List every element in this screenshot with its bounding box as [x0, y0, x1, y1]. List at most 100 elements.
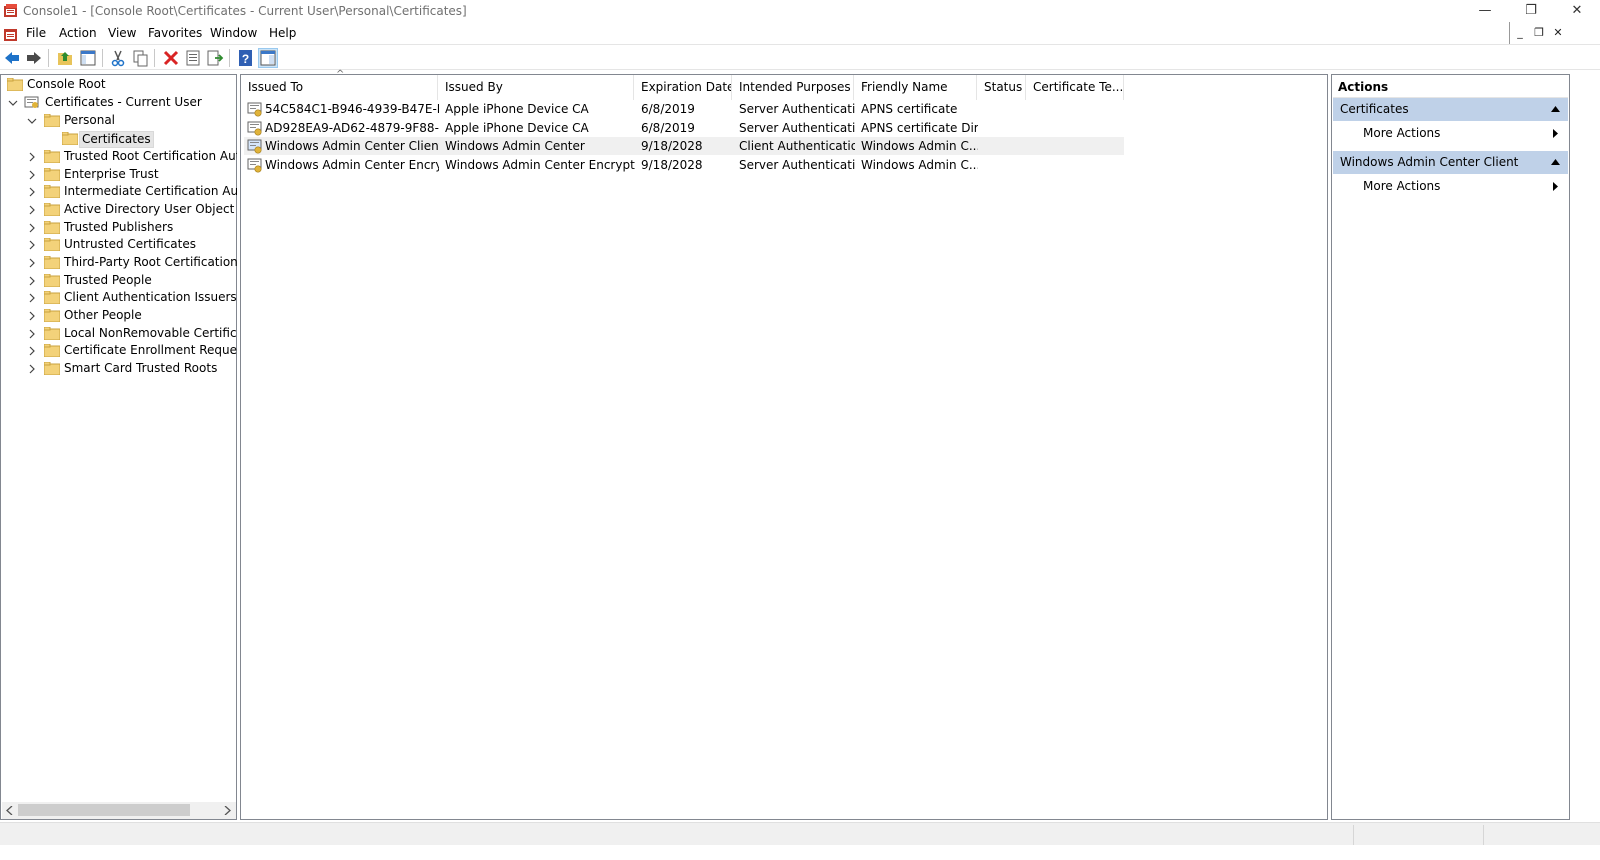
scroll-left-arrow-icon[interactable]: [6, 806, 14, 815]
scroll-right-arrow-icon[interactable]: [223, 806, 231, 815]
action-label: More Actions: [1363, 126, 1441, 140]
cell-issued-by: Windows Admin Center: [445, 139, 585, 154]
tree-label: Active Directory User Object: [64, 201, 235, 216]
mdi-restore-button[interactable]: ❐: [1530, 24, 1548, 44]
table-row[interactable]: Windows Admin Center Encryp... Windows Ad…: [244, 156, 1124, 174]
tree-label: Trusted Publishers: [64, 219, 174, 234]
chevron-right-icon[interactable]: [27, 223, 37, 233]
column-certificate-template[interactable]: Certificate Te...: [1026, 75, 1124, 100]
cell-purposes: Server Authenticati: [739, 158, 855, 173]
list-header: Issued To ^ Issued By Expiration Date In…: [241, 69, 1327, 100]
tree-horizontal-scrollbar[interactable]: [2, 802, 236, 819]
chevron-down-icon[interactable]: [8, 98, 18, 108]
folder-icon: [44, 326, 60, 340]
folder-icon: [44, 167, 60, 181]
column-label: Issued By: [445, 80, 503, 94]
column-label: Intended Purposes: [739, 80, 851, 94]
tree-label: Client Authentication Issuers: [64, 290, 237, 305]
actions-section-certificates[interactable]: Certificates: [1333, 98, 1568, 121]
chevron-right-icon[interactable]: [27, 205, 37, 215]
table-row[interactable]: AD928EA9-AD62-4879-9F88-7C... Apple iPhon…: [244, 119, 1124, 137]
chevron-right-icon[interactable]: [27, 293, 37, 303]
sort-ascending-icon: ^: [336, 69, 345, 80]
cell-friendly: APNS certificate: [861, 102, 958, 116]
forward-arrow-icon[interactable]: [25, 49, 43, 67]
scrollbar-thumb[interactable]: [18, 804, 190, 816]
export-list-icon[interactable]: [206, 49, 224, 67]
menu-help[interactable]: Help: [269, 26, 296, 40]
chevron-right-icon[interactable]: [27, 152, 37, 162]
chevron-right-icon[interactable]: [27, 311, 37, 321]
folder-icon: [44, 238, 60, 252]
column-status[interactable]: Status: [977, 75, 1026, 100]
actions-section-wac-client[interactable]: Windows Admin Center Client: [1333, 151, 1568, 174]
cell-expiration: 6/8/2019: [641, 120, 695, 135]
mdi-minimize-button[interactable]: _: [1511, 24, 1529, 44]
certificate-icon: [247, 121, 262, 136]
chevron-right-icon[interactable]: [27, 346, 37, 356]
tree-label: Certificates - Current User: [45, 95, 202, 109]
help-icon[interactable]: ?: [237, 49, 255, 67]
cell-issued-by: Apple iPhone Device CA: [445, 102, 589, 116]
table-row[interactable]: Windows Admin Center Client Windows Admin…: [244, 137, 1124, 156]
column-expiration-date[interactable]: Expiration Date: [634, 75, 732, 100]
collapse-up-icon[interactable]: [1551, 159, 1560, 165]
show-hide-action-pane-icon[interactable]: [258, 48, 278, 68]
menu-window[interactable]: Window: [210, 26, 257, 40]
chevron-right-icon[interactable]: [27, 258, 37, 268]
cell-friendly: APNS certificate Dir: [861, 120, 978, 135]
show-hide-tree-icon[interactable]: [79, 49, 97, 67]
minimize-button[interactable]: —: [1462, 0, 1508, 23]
cell-issued-to: 54C584C1-B946-4939-B47E-FEE...: [265, 102, 439, 116]
table-row[interactable]: 54C584C1-B946-4939-B47E-FEE... Apple iPho…: [244, 100, 1124, 118]
more-actions-wac-client[interactable]: More Actions: [1363, 177, 1563, 195]
chevron-right-icon[interactable]: [27, 276, 37, 286]
cut-icon[interactable]: [109, 49, 127, 67]
column-intended-purposes[interactable]: Intended Purposes: [732, 75, 854, 100]
submenu-arrow-icon: [1553, 129, 1558, 138]
delete-icon[interactable]: [162, 49, 180, 67]
folder-icon: [44, 344, 60, 358]
folder-icon: [44, 114, 60, 127]
properties-icon[interactable]: [184, 49, 202, 67]
tree-label: Smart Card Trusted Roots: [64, 360, 218, 375]
more-actions-certificates[interactable]: More Actions: [1363, 124, 1563, 142]
mdi-close-button[interactable]: ✕: [1549, 24, 1567, 44]
toolbar-separator: [229, 49, 230, 67]
window-title: Console1 - [Console Root\Certificates - …: [23, 4, 467, 18]
cell-expiration: 6/8/2019: [641, 102, 695, 116]
menu-view[interactable]: View: [108, 26, 136, 40]
cell-purposes: Server Authenticati...: [739, 102, 855, 116]
mdi-minimize-icon: _: [1517, 26, 1523, 39]
column-friendly-name[interactable]: Friendly Name: [854, 75, 977, 100]
section-label: Windows Admin Center Client: [1340, 155, 1519, 169]
back-arrow-icon[interactable]: [3, 49, 21, 67]
chevron-right-icon[interactable]: [27, 170, 37, 180]
submenu-arrow-icon: [1553, 182, 1558, 191]
restore-button[interactable]: ❐: [1508, 0, 1554, 23]
chevron-right-icon[interactable]: [27, 187, 37, 197]
menu-favorites[interactable]: Favorites: [148, 26, 202, 40]
mdi-restore-icon: ❐: [1534, 26, 1544, 39]
chevron-right-icon[interactable]: [27, 240, 37, 250]
up-folder-icon[interactable]: [56, 49, 74, 67]
tree-label: Enterprise Trust: [64, 166, 159, 181]
column-label: Expiration Date: [641, 80, 732, 94]
cell-issued-to: AD928EA9-AD62-4879-9F88-7C...: [265, 120, 439, 135]
menu-action[interactable]: Action: [59, 26, 97, 40]
collapse-up-icon[interactable]: [1551, 106, 1560, 112]
menu-file[interactable]: File: [26, 26, 46, 40]
status-bar: [0, 822, 1600, 845]
chevron-right-icon[interactable]: [27, 329, 37, 339]
status-divider: [1483, 825, 1484, 845]
close-button[interactable]: ✕: [1554, 0, 1600, 23]
folder-icon: [44, 185, 60, 199]
results-list-pane: Issued To ^ Issued By Expiration Date In…: [240, 69, 1328, 820]
copy-icon[interactable]: [131, 49, 149, 67]
mmc-app-icon: [4, 4, 17, 17]
column-issued-by[interactable]: Issued By: [438, 75, 634, 100]
chevron-right-icon[interactable]: [27, 364, 37, 374]
tree-label-selected: Certificates: [79, 131, 154, 148]
chevron-down-icon[interactable]: [27, 116, 37, 126]
close-icon: ✕: [1571, 3, 1583, 18]
